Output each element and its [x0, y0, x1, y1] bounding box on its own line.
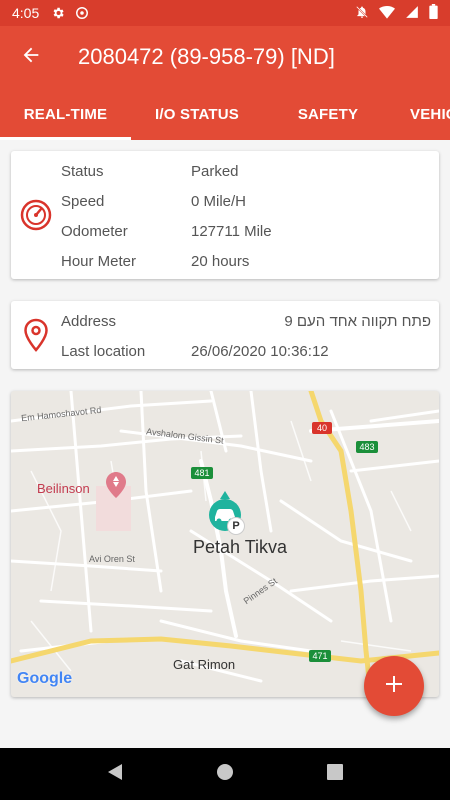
status-row: Status Parked: [61, 156, 431, 186]
location-card: Address פתח תקווה אחד העם 9 Last locatio…: [11, 301, 439, 369]
speedometer-icon: [19, 198, 53, 232]
last-location-value: 26/06/2020 10:36:12: [191, 342, 329, 360]
tab-io-status[interactable]: I/O STATUS: [131, 88, 263, 140]
address-row: Address פתח תקווה אחד העם 9: [61, 306, 431, 336]
area-label-gat-rimon: Gat Rimon: [173, 657, 236, 672]
vehicle-status-card: Status Parked Speed 0 Mile/H Odometer 12…: [11, 151, 439, 279]
nav-recents-button[interactable]: [315, 754, 355, 794]
battery-icon: [429, 4, 438, 22]
poi-label-beilinson: Beilinson: [37, 481, 90, 496]
speed-label: Speed: [61, 192, 105, 210]
hour-meter-row: Hour Meter 20 hours: [61, 246, 431, 276]
status-label: Status: [61, 162, 104, 180]
address-value: פתח תקווה אחד העם 9: [284, 312, 431, 330]
back-button[interactable]: [0, 26, 62, 88]
arrow-back-icon: [20, 44, 42, 71]
status-bar: 4:05: [0, 0, 450, 26]
gear-icon: [51, 6, 65, 20]
status-time: 4:05: [12, 5, 40, 21]
nav-home-button[interactable]: [205, 754, 245, 794]
city-label-petah-tikva: Petah Tikva: [193, 537, 288, 557]
vehicle-marker[interactable]: P: [205, 491, 245, 537]
street-label-avi-oren: Avi Oren St: [89, 554, 135, 564]
odometer-label: Odometer: [61, 222, 128, 240]
shield-483: 483: [359, 442, 375, 452]
parked-badge: P: [227, 517, 245, 535]
shield-40: 40: [316, 423, 327, 433]
status-value: Parked: [191, 162, 239, 180]
plus-icon: [384, 674, 404, 699]
map-view[interactable]: 40 483 481 471 Em Hamoshavot Rd Avshalom…: [11, 391, 439, 697]
hour-meter-value: 20 hours: [191, 252, 250, 270]
mute-icon: [355, 5, 369, 22]
address-label: Address: [61, 312, 117, 330]
home-circle-icon: [216, 763, 234, 786]
last-location-row: Last location 26/06/2020 10:36:12: [61, 336, 431, 366]
tab-vehicle[interactable]: VEHIC: [393, 88, 450, 140]
last-location-label: Last location: [61, 342, 146, 360]
speed-row: Speed 0 Mile/H: [61, 186, 431, 216]
tab-safety[interactable]: SAFETY: [263, 88, 393, 140]
tab-bar: REAL-TIME I/O STATUS SAFETY VEHIC: [0, 88, 450, 140]
shield-481: 481: [194, 468, 210, 478]
odometer-row: Odometer 127711 Mile: [61, 216, 431, 246]
system-nav-bar: [0, 748, 450, 800]
tab-real-time[interactable]: REAL-TIME: [0, 88, 131, 140]
add-fab-button[interactable]: [364, 656, 424, 716]
signal-icon: [405, 5, 419, 22]
nav-back-button[interactable]: [95, 754, 135, 794]
hour-meter-label: Hour Meter: [61, 252, 137, 270]
recents-square-icon: [327, 763, 343, 785]
speed-value: 0 Mile/H: [191, 192, 247, 210]
page-title: 2080472 (89-958-79) [ND]: [78, 44, 335, 69]
app-bar: 2080472 (89-958-79) [ND]: [0, 26, 450, 88]
back-triangle-icon: [107, 763, 123, 786]
wifi-icon: [379, 5, 395, 22]
location-pin-icon: [19, 318, 53, 352]
shield-471: 471: [312, 651, 328, 661]
odometer-value: 127711 Mile: [191, 222, 272, 240]
at-icon: [75, 6, 89, 20]
google-logo: Google: [17, 670, 73, 687]
